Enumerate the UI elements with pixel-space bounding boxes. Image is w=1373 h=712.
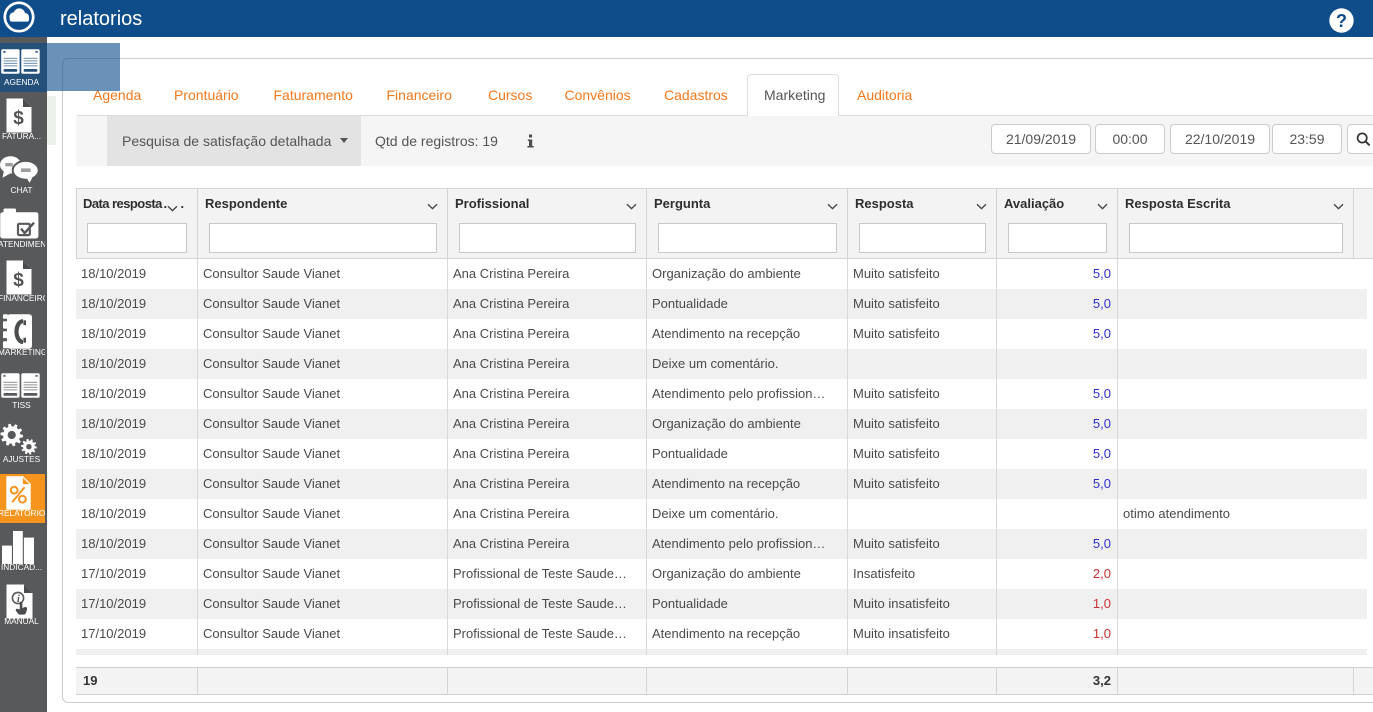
svg-text:$: $ bbox=[13, 270, 24, 291]
svg-text:?: ? bbox=[1336, 11, 1347, 31]
svg-text:$: $ bbox=[13, 108, 24, 129]
